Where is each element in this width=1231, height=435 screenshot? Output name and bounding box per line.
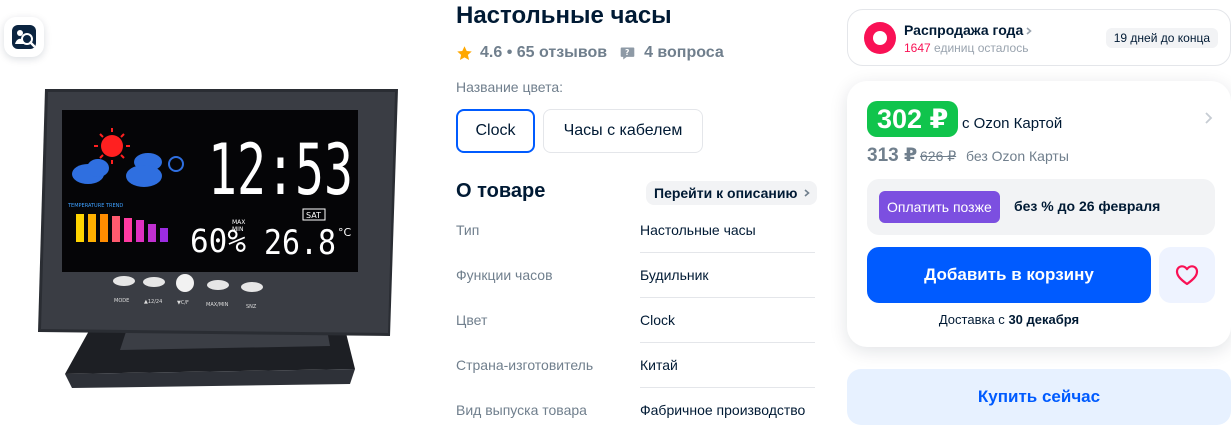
sale-stock-text: единиц осталось [934, 41, 1029, 55]
heart-icon [1175, 265, 1199, 286]
rating-row[interactable]: 4.6 • 65 отзывов ? 4 вопроса [456, 44, 724, 62]
delivery-prefix: Доставка с [938, 312, 1005, 327]
sale-days-badge: 19 дней до конца [1105, 28, 1218, 48]
product-image[interactable]: 12:53 TEMPERATURE TREND 60% MAX MIN 26.8… [20, 84, 420, 394]
product-gallery: 12:53 TEMPERATURE TREND 60% MAX MIN 26.8… [0, 0, 440, 435]
no-card-label: без Ozon Карты [966, 148, 1069, 164]
svg-text:?: ? [625, 48, 629, 57]
clock-temperature-text: 26.8 [264, 223, 336, 263]
ozon-card-price-label: с Ozon Картой [962, 115, 1063, 132]
spec-key: Цвет [456, 312, 488, 328]
spec-key: Тип [456, 222, 480, 238]
clock-button-label: ▲12/24 [144, 299, 162, 305]
spec-row: Вид выпуска товара Фабричное производств… [456, 388, 815, 433]
pay-later-button[interactable]: Оплатить позже [879, 191, 1000, 223]
spec-key: Функции часов [456, 267, 553, 283]
buy-now-button[interactable]: Купить сейчас [847, 369, 1231, 425]
question-icon: ? [620, 47, 635, 59]
color-option-clock[interactable]: Clock [456, 109, 535, 153]
sale-name-text: Распродажа года [904, 22, 1024, 38]
clock-trend-label: TEMPERATURE TREND [67, 203, 123, 209]
spec-row: Страна-изготовитель Китай [456, 343, 815, 388]
chevron-right-icon [804, 189, 811, 197]
pay-later-text: без % до 26 февраля [1014, 198, 1161, 214]
visual-search-button[interactable] [4, 17, 44, 57]
clock-button-label: MAX/MIN [206, 302, 229, 308]
spec-key: Страна-изготовитель [456, 357, 594, 373]
star-icon [457, 45, 472, 60]
delivery-date: 30 декабря [1008, 312, 1080, 327]
color-option-cable[interactable]: Часы с кабелем [543, 109, 703, 153]
sale-banner[interactable]: Распродажа года 1647 единиц осталось 19 … [847, 9, 1231, 66]
pay-later-box: Оплатить позже без % до 26 февраля [867, 179, 1215, 235]
rating-value: 4.6 [480, 44, 503, 61]
add-to-cart-button[interactable]: Добавить в корзину [867, 247, 1151, 303]
spec-key: Вид выпуска товара [456, 402, 587, 418]
clock-min-label: MIN [232, 226, 243, 233]
clock-button-label: MODE [114, 298, 129, 304]
spec-value: Clock [640, 312, 676, 328]
spec-value: Настольные часы [640, 222, 756, 238]
spec-value: Фабричное производство [640, 402, 806, 418]
chevron-right-icon [1026, 27, 1032, 35]
product-title: Настольные часы [456, 2, 672, 29]
regular-price: 313 ₽ [867, 145, 918, 166]
clock-day-text: SAT [306, 211, 321, 220]
spec-row: Цвет Clock [456, 298, 815, 343]
sale-stock: 1647 единиц осталось [904, 41, 1028, 55]
about-title: О товаре [456, 180, 546, 202]
reviews-link[interactable]: 65 отзывов [517, 44, 607, 62]
clock-max-label: MAX [232, 219, 245, 226]
chevron-right-icon[interactable] [1203, 111, 1213, 125]
spec-row: Тип Настольные часы [456, 208, 815, 253]
clock-button-label: SNZ [246, 304, 257, 310]
delivery-info: Доставка с 30 декабря [867, 312, 1151, 327]
clock-temp-unit: °C [338, 226, 352, 239]
sale-logo-icon [864, 22, 896, 54]
visual-search-icon [12, 25, 36, 49]
go-to-description-link[interactable]: Перейти к описанию [646, 181, 818, 205]
spec-value: Будильник [640, 267, 709, 283]
sale-name: Распродажа года [904, 22, 1033, 38]
clock-button-label: ▼C/F [177, 300, 189, 306]
spec-value: Китай [640, 357, 678, 373]
favorite-button[interactable] [1159, 247, 1215, 303]
old-price: 626 ₽ [920, 148, 957, 164]
color-label: Название цвета: [456, 79, 564, 95]
rating-separator: • [502, 44, 517, 61]
questions-link[interactable]: 4 вопроса [644, 44, 724, 62]
sale-stock-count: 1647 [904, 41, 931, 55]
clock-time-text: 12:53 [208, 129, 353, 211]
spec-row: Функции часов Будильник [456, 253, 815, 298]
ozon-card-price[interactable]: 302 ₽ [867, 101, 959, 137]
price-card: 302 ₽ с Ozon Картой 313 ₽ 626 ₽ без Ozon… [847, 81, 1231, 347]
go-to-description-label: Перейти к описанию [654, 185, 798, 201]
